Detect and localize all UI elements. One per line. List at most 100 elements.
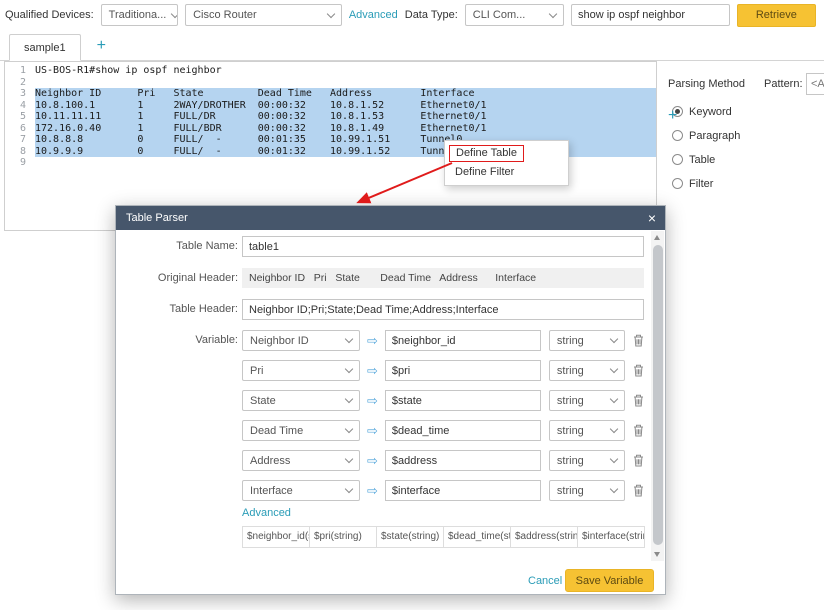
chevron-down-icon bbox=[610, 395, 618, 403]
device-scope-dropdown[interactable]: Traditiona... bbox=[101, 4, 178, 26]
tab-label: sample1 bbox=[24, 42, 66, 54]
preview-cell: $address(string) ... bbox=[511, 526, 578, 548]
column-dropdown[interactable]: Pri bbox=[242, 360, 360, 381]
chevron-down-icon bbox=[345, 485, 353, 493]
chevron-down-icon bbox=[610, 455, 618, 463]
pattern-input[interactable] bbox=[806, 73, 824, 95]
table-name-label: Table Name: bbox=[126, 240, 238, 252]
data-type-label: Data Type: bbox=[405, 9, 458, 21]
line-text: Neighbor ID Pri State Dead Time Address … bbox=[35, 88, 656, 100]
map-arrow-icon: ⇨ bbox=[367, 453, 378, 469]
chevron-down-icon bbox=[345, 425, 353, 433]
tab-bar: sample1 + bbox=[0, 30, 824, 61]
scroll-down-icon[interactable] bbox=[651, 548, 664, 561]
table-header-input[interactable] bbox=[242, 299, 644, 320]
pattern-label: Pattern: bbox=[764, 78, 803, 90]
line-text: 10.11.11.11 1 FULL/DR 00:00:32 10.8.1.53… bbox=[35, 111, 656, 123]
trash-icon[interactable] bbox=[633, 454, 644, 467]
variable-row: State ⇨ string bbox=[242, 390, 644, 411]
line-text bbox=[35, 77, 656, 89]
command-input[interactable] bbox=[571, 4, 730, 26]
cancel-button[interactable]: Cancel bbox=[528, 575, 562, 587]
type-value: string bbox=[557, 335, 584, 347]
variable-name-input[interactable] bbox=[385, 360, 541, 381]
map-arrow-icon: ⇨ bbox=[367, 423, 378, 439]
retrieve-button[interactable]: Retrieve bbox=[737, 4, 816, 27]
radio-paragraph[interactable]: Paragraph bbox=[672, 129, 740, 142]
trash-icon[interactable] bbox=[633, 424, 644, 437]
advanced-link-modal[interactable]: Advanced bbox=[242, 507, 291, 519]
device-type-dropdown[interactable]: Cisco Router bbox=[185, 4, 342, 26]
type-dropdown[interactable]: string bbox=[549, 420, 625, 441]
variable-label: Variable: bbox=[126, 334, 238, 346]
column-value: Neighbor ID bbox=[250, 335, 309, 347]
editor-line-selected: 4 10.8.100.1 1 2WAY/DROTHER 00:00:32 10.… bbox=[5, 100, 656, 112]
close-icon[interactable]: × bbox=[648, 211, 656, 225]
tab-sample1[interactable]: sample1 bbox=[9, 34, 81, 61]
line-number: 5 bbox=[5, 111, 35, 123]
variable-name-input[interactable] bbox=[385, 420, 541, 441]
line-number: 8 bbox=[5, 146, 35, 158]
trash-icon[interactable] bbox=[633, 334, 644, 347]
variable-name-input[interactable] bbox=[385, 330, 541, 351]
chevron-down-icon bbox=[327, 9, 335, 17]
line-number: 2 bbox=[5, 77, 35, 89]
trash-icon[interactable] bbox=[633, 364, 644, 377]
editor-line: 2 bbox=[5, 77, 656, 89]
original-header-value: Neighbor ID Pri State Dead Time Address … bbox=[242, 268, 644, 288]
variable-row: Neighbor ID ⇨ string bbox=[242, 330, 644, 351]
add-pattern-button[interactable]: + bbox=[668, 108, 677, 124]
radio-label: Paragraph bbox=[689, 130, 740, 142]
type-dropdown[interactable]: string bbox=[549, 330, 625, 351]
chevron-down-icon bbox=[345, 395, 353, 403]
menu-item-define-table[interactable]: Define Table bbox=[445, 144, 568, 163]
annotation-highlight: Define Table bbox=[449, 145, 524, 162]
type-value: string bbox=[557, 485, 584, 497]
table-name-input[interactable] bbox=[242, 236, 644, 257]
qualified-devices-label: Qualified Devices: bbox=[5, 9, 94, 21]
map-arrow-icon: ⇨ bbox=[367, 393, 378, 409]
add-tab-button[interactable]: + bbox=[81, 37, 106, 60]
preview-cell: $interface(string) ... bbox=[578, 526, 645, 548]
column-dropdown[interactable]: Dead Time bbox=[242, 420, 360, 441]
type-dropdown[interactable]: string bbox=[549, 360, 625, 381]
column-dropdown[interactable]: State bbox=[242, 390, 360, 411]
modal-scrollbar[interactable] bbox=[651, 231, 664, 561]
type-dropdown[interactable]: string bbox=[549, 450, 625, 471]
dialog-titlebar[interactable]: Table Parser × bbox=[116, 206, 665, 230]
map-arrow-icon: ⇨ bbox=[367, 483, 378, 499]
trash-icon[interactable] bbox=[633, 484, 644, 497]
menu-item-define-filter[interactable]: Define Filter bbox=[445, 163, 568, 182]
type-dropdown[interactable]: string bbox=[549, 390, 625, 411]
save-variable-button[interactable]: Save Variable bbox=[565, 569, 654, 592]
column-dropdown[interactable]: Neighbor ID bbox=[242, 330, 360, 351]
chevron-down-icon bbox=[345, 365, 353, 373]
radio-filter[interactable]: Filter bbox=[672, 177, 713, 190]
variable-row: Dead Time ⇨ string bbox=[242, 420, 644, 441]
variable-name-input[interactable] bbox=[385, 480, 541, 501]
column-dropdown[interactable]: Address bbox=[242, 450, 360, 471]
device-scope-value: Traditiona... bbox=[109, 9, 167, 21]
scroll-up-icon[interactable] bbox=[651, 231, 664, 244]
chevron-down-icon bbox=[345, 335, 353, 343]
column-value: State bbox=[250, 395, 276, 407]
line-number: 1 bbox=[5, 65, 35, 77]
scrollbar-thumb[interactable] bbox=[653, 245, 663, 545]
advanced-link[interactable]: Advanced bbox=[349, 9, 398, 21]
chevron-down-icon bbox=[171, 9, 178, 17]
variable-name-input[interactable] bbox=[385, 390, 541, 411]
trash-icon[interactable] bbox=[633, 394, 644, 407]
line-number: 7 bbox=[5, 134, 35, 146]
table-header-label: Table Header: bbox=[126, 303, 238, 315]
preview-cell: $neighbor_id(stri... bbox=[242, 526, 310, 548]
data-type-dropdown[interactable]: CLI Com... bbox=[465, 4, 564, 26]
column-dropdown[interactable]: Interface bbox=[242, 480, 360, 501]
app-window: Qualified Devices: Traditiona... Cisco R… bbox=[0, 0, 824, 610]
variable-row: Interface ⇨ string bbox=[242, 480, 644, 501]
radio-table[interactable]: Table bbox=[672, 153, 715, 166]
line-number: 4 bbox=[5, 100, 35, 112]
type-dropdown[interactable]: string bbox=[549, 480, 625, 501]
editor-line-selected: 6 172.16.0.40 1 FULL/BDR 00:00:32 10.8.1… bbox=[5, 123, 656, 135]
radio-keyword[interactable]: Keyword bbox=[672, 105, 732, 118]
variable-name-input[interactable] bbox=[385, 450, 541, 471]
